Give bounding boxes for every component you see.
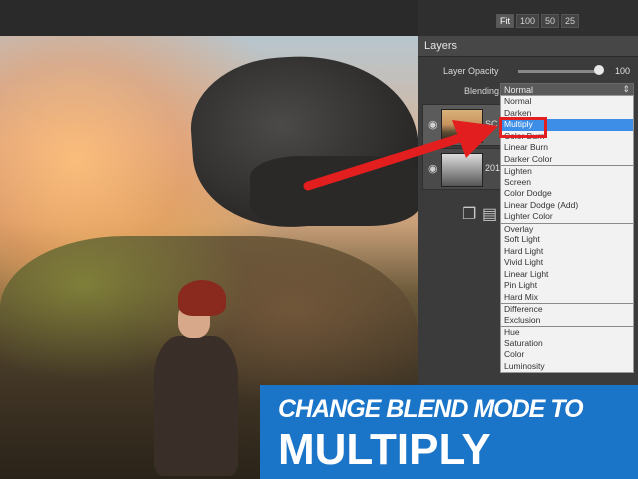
caption-banner: CHANGE BLEND MODE TO MULTIPLY [260, 385, 638, 479]
banner-line-2: MULTIPLY [278, 425, 491, 474]
blend-option-pin-light[interactable]: Pin Light [501, 280, 633, 292]
zoom-fit-button[interactable]: Fit [496, 14, 514, 28]
blend-option-normal[interactable]: Normal [501, 96, 633, 108]
blend-option-color[interactable]: Color [501, 349, 633, 361]
blend-option-hue[interactable]: Hue [501, 326, 633, 338]
banner-line-1: CHANGE BLEND MODE TO [278, 395, 584, 423]
new-layer-icon[interactable]: ▤ [482, 204, 497, 224]
zoom-controls: Fit 100 50 25 [496, 14, 580, 28]
blend-option-soft-light[interactable]: Soft Light [501, 234, 633, 246]
blend-option-hard-mix[interactable]: Hard Mix [501, 292, 633, 304]
blend-option-hard-light[interactable]: Hard Light [501, 246, 633, 258]
blend-option-vivid-light[interactable]: Vivid Light [501, 257, 633, 269]
blend-option-overlay[interactable]: Overlay [501, 222, 633, 235]
zoom-100-button[interactable]: 100 [516, 14, 540, 28]
layer-opacity-knob[interactable] [594, 65, 604, 75]
top-toolbar: Fit 100 50 25 [0, 0, 638, 36]
multiply-highlight-box [499, 117, 547, 138]
zoom-25-button[interactable]: 25 [561, 14, 580, 28]
blend-option-saturation[interactable]: Saturation [501, 338, 633, 350]
blend-option-difference[interactable]: Difference [501, 303, 633, 315]
blend-option-lighter-color[interactable]: Lighter Color [501, 211, 633, 223]
child-hat [178, 280, 226, 316]
blend-option-luminosity[interactable]: Luminosity [501, 361, 633, 373]
blend-option-linear-burn[interactable]: Linear Burn [501, 142, 633, 154]
duplicate-layer-icon[interactable]: ❐ [462, 204, 476, 224]
blend-option-color-dodge[interactable]: Color Dodge [501, 188, 633, 200]
blending-select-value: Normal [504, 85, 534, 95]
canvas-toolbar [0, 0, 418, 36]
blend-option-screen[interactable]: Screen [501, 177, 633, 189]
zoom-50-button[interactable]: 50 [541, 14, 560, 28]
layers-panel-header: Layers [418, 36, 638, 57]
child-coat [154, 336, 238, 476]
layer-opacity-slider[interactable] [518, 70, 598, 73]
layer-opacity-value: 100 [615, 66, 631, 76]
blend-option-linear-light[interactable]: Linear Light [501, 269, 633, 281]
chevron-updown-icon: ⇕ [622, 84, 630, 94]
child-figure [140, 280, 240, 479]
layers-title: Layers [424, 40, 458, 52]
red-arrow-icon [303, 120, 498, 191]
layer-opacity-label: Layer Opacity [443, 66, 499, 76]
blend-option-darker-color[interactable]: Darker Color [501, 154, 633, 166]
blending-label: Blending [464, 86, 500, 96]
blend-option-lighten[interactable]: Lighten [501, 165, 633, 177]
blend-option-exclusion[interactable]: Exclusion [501, 315, 633, 327]
blend-option-linear-dodge[interactable]: Linear Dodge (Add) [501, 200, 633, 212]
